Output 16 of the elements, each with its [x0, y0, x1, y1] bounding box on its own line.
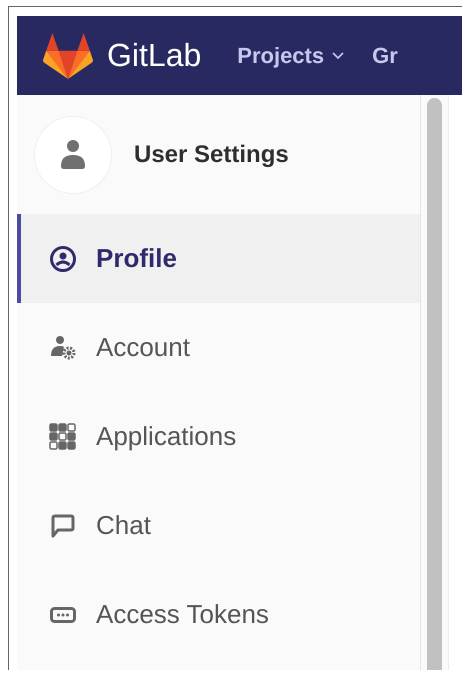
user-circle-icon — [49, 244, 77, 272]
brand-name[interactable]: GitLab — [107, 37, 202, 74]
sidebar-item[interactable]: Applications — [17, 392, 420, 481]
chat-bubble-icon — [49, 512, 77, 540]
sidebar-item[interactable]: Chat — [17, 481, 420, 570]
grid-icon — [49, 422, 77, 450]
sidebar-item[interactable]: Access Tokens — [17, 570, 420, 659]
nav-menu[interactable]: Projects — [237, 42, 344, 68]
sidebar-item[interactable]: Account — [17, 303, 420, 392]
caret-icon — [332, 52, 344, 60]
sidebar-item[interactable]: Profile — [17, 214, 420, 303]
scrollbar-thumb[interactable] — [427, 98, 442, 670]
fox-logo-icon[interactable] — [43, 32, 93, 78]
sidebar-title: User Settings — [134, 140, 289, 168]
nav-menu[interactable]: Gr — [372, 42, 398, 68]
user-gear-icon — [49, 334, 77, 362]
